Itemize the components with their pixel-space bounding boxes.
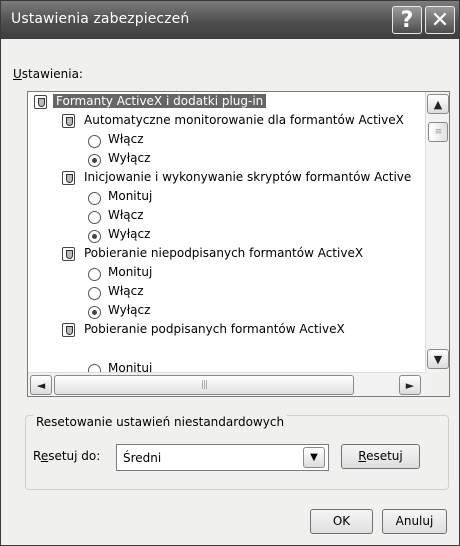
radio-label[interactable]: Wyłącz bbox=[108, 301, 150, 320]
setting-item[interactable]: Automatyczne monitorowanie dla formantów… bbox=[84, 111, 404, 130]
radio-label[interactable]: Włącz bbox=[108, 206, 144, 225]
reset-button-accel: R bbox=[358, 449, 367, 463]
grip-icon: ||| bbox=[200, 380, 208, 390]
radio-label[interactable]: Wyłącz bbox=[108, 225, 150, 244]
setting-item[interactable]: Inicjowanie i wykonywanie skryptów forma… bbox=[84, 168, 411, 187]
security-shield-icon bbox=[62, 171, 75, 185]
reset-level-value: Średni bbox=[123, 451, 162, 465]
vertical-scrollbar[interactable]: ▲ ≡ ▼ bbox=[425, 92, 449, 372]
radio-label[interactable]: Monituj bbox=[108, 187, 152, 206]
security-shield-icon bbox=[34, 95, 47, 109]
security-shield-icon bbox=[62, 247, 75, 261]
security-shield-icon bbox=[62, 114, 75, 128]
reset-level-select[interactable]: Średni ▼ bbox=[116, 444, 329, 471]
reset-button[interactable]: Resetuj bbox=[341, 444, 420, 469]
horizontal-scrollbar[interactable]: ◄ ||| ► bbox=[28, 372, 425, 396]
radio-button[interactable] bbox=[88, 364, 101, 372]
scroll-up-button[interactable]: ▲ bbox=[427, 94, 449, 114]
reset-group-legend: Resetowanie ustawień niestandardowych bbox=[33, 415, 288, 429]
settings-tree[interactable]: Formanty ActiveX i dodatki plug-in Autom… bbox=[27, 91, 450, 397]
close-button[interactable]: ✕ bbox=[425, 6, 455, 34]
radio-label[interactable]: Włącz bbox=[108, 282, 144, 301]
radio-label[interactable]: Monituj bbox=[108, 359, 152, 372]
radio-label[interactable]: Monituj bbox=[108, 263, 152, 282]
category-activex[interactable]: Formanty ActiveX i dodatki plug-in bbox=[53, 92, 267, 111]
ok-button[interactable]: OK bbox=[310, 509, 373, 534]
setting-item[interactable]: Pobieranie podpisanych formantów ActiveX bbox=[84, 320, 345, 339]
reset-label-post: setuj do: bbox=[48, 449, 101, 463]
cancel-button[interactable]: Anuluj bbox=[382, 509, 447, 534]
reset-to-label: Resetuj do: bbox=[33, 449, 100, 463]
scroll-right-button[interactable]: ► bbox=[399, 375, 421, 395]
radio-button[interactable] bbox=[88, 268, 101, 281]
reset-button-rest: esetuj bbox=[366, 449, 403, 463]
radio-button[interactable] bbox=[88, 287, 101, 300]
horizontal-scroll-thumb[interactable]: ||| bbox=[54, 375, 354, 395]
scroll-down-button[interactable]: ▼ bbox=[427, 349, 449, 369]
category-label: Formanty ActiveX i dodatki plug-in bbox=[53, 94, 267, 108]
security-settings-dialog: Ustawienia zabezpieczeń ? ✕ Ustawienia: … bbox=[0, 0, 460, 546]
vertical-scroll-thumb[interactable]: ≡ bbox=[428, 122, 448, 142]
help-button[interactable]: ? bbox=[392, 6, 422, 34]
window-title: Ustawienia zabezpieczeń bbox=[11, 11, 190, 27]
title-bar[interactable]: Ustawienia zabezpieczeń ? ✕ bbox=[1, 1, 459, 39]
setting-item[interactable]: Pobieranie niepodpisanych formantów Acti… bbox=[84, 244, 363, 263]
chevron-down-icon[interactable]: ▼ bbox=[303, 447, 325, 468]
radio-button[interactable] bbox=[88, 135, 101, 148]
settings-label-accel: U bbox=[13, 67, 22, 81]
radio-button[interactable] bbox=[88, 192, 101, 205]
settings-label: Ustawienia: bbox=[13, 67, 83, 81]
radio-label[interactable]: Włącz bbox=[108, 130, 144, 149]
security-shield-icon bbox=[62, 323, 75, 337]
radio-button[interactable] bbox=[88, 211, 101, 224]
radio-button-selected[interactable] bbox=[88, 154, 101, 167]
grip-icon: ≡ bbox=[434, 127, 442, 137]
reset-label-pre: R bbox=[33, 449, 41, 463]
settings-tree-rows: Formanty ActiveX i dodatki plug-in Autom… bbox=[28, 92, 425, 372]
settings-label-rest: stawienia: bbox=[21, 67, 83, 81]
radio-label[interactable]: Wyłącz bbox=[108, 149, 150, 168]
scroll-left-button[interactable]: ◄ bbox=[30, 375, 52, 395]
scrollbar-corner bbox=[425, 372, 449, 396]
radio-button-selected[interactable] bbox=[88, 306, 101, 319]
radio-button-selected[interactable] bbox=[88, 230, 101, 243]
